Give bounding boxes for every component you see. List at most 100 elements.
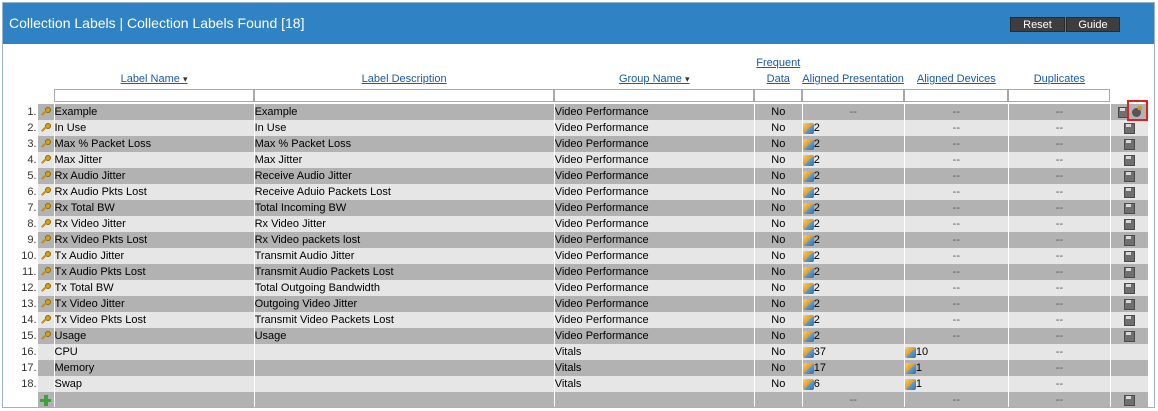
save-icon[interactable]	[1123, 282, 1135, 294]
filter-group-name[interactable]	[554, 89, 755, 102]
table-row[interactable]: 4. Max Jitter Max Jitter Video Performance N…	[3, 152, 1150, 168]
key-icon[interactable]	[40, 170, 51, 182]
edit-presentations-icon[interactable]	[802, 346, 814, 358]
reset-button[interactable]: Reset	[1010, 17, 1065, 32]
label-name-cell[interactable]: Max Jitter	[54, 152, 255, 168]
col-aligned-devices[interactable]: Aligned Devices	[904, 55, 1008, 87]
table-row[interactable]: 1. Example Example Video Performance No -- -- -…	[3, 104, 1150, 120]
save-icon[interactable]	[1123, 298, 1135, 310]
edit-presentations-icon[interactable]	[802, 330, 814, 342]
col-label-name[interactable]: Label Name ▾	[54, 55, 254, 87]
save-icon[interactable]	[1123, 218, 1135, 230]
aligned-presentations-value[interactable]: 2	[814, 298, 820, 310]
key-icon[interactable]	[40, 202, 51, 214]
key-icon[interactable]	[40, 122, 51, 134]
aligned-presentations-value[interactable]: 2	[814, 138, 820, 150]
key-icon[interactable]	[40, 314, 51, 326]
table-row[interactable]: 13. Tx Video Jitter Outgoing Video Jitter V…	[3, 296, 1150, 312]
label-name-cell[interactable]: Swap	[54, 376, 255, 392]
save-icon[interactable]	[1123, 202, 1135, 214]
label-name-cell[interactable]: Memory	[54, 360, 255, 376]
save-icon[interactable]	[1123, 186, 1135, 198]
edit-presentations-icon[interactable]	[802, 154, 814, 166]
label-name-cell[interactable]: Tx Video Pkts Lost	[54, 312, 255, 328]
guide-button[interactable]: Guide	[1066, 17, 1120, 32]
col-frequent-data[interactable]: Frequent Data	[754, 55, 802, 87]
key-icon[interactable]	[40, 154, 51, 166]
table-row[interactable]: 8. Rx Video Jitter Rx Video Jitter Video Pe…	[3, 216, 1150, 232]
filter-duplicates[interactable]	[1008, 89, 1111, 102]
aligned-presentations-value[interactable]: 2	[814, 154, 820, 166]
label-name-cell[interactable]: Max % Packet Loss	[54, 136, 255, 152]
table-row[interactable]: 7. Rx Total BW Total Incoming BW Video Perf…	[3, 200, 1150, 216]
label-name-cell[interactable]: CPU	[54, 344, 255, 360]
aligned-presentations-value[interactable]: 2	[814, 234, 820, 246]
aligned-presentations-value[interactable]: 2	[814, 330, 820, 342]
edit-devices-icon[interactable]	[904, 362, 916, 374]
edit-presentations-icon[interactable]	[802, 266, 814, 278]
key-icon[interactable]	[40, 298, 51, 310]
col-label-description[interactable]: Label Description	[254, 55, 554, 87]
edit-presentations-icon[interactable]	[802, 298, 814, 310]
key-icon[interactable]	[40, 266, 51, 278]
edit-presentations-icon[interactable]	[802, 234, 814, 246]
save-icon[interactable]	[1123, 266, 1135, 278]
label-name-cell[interactable]: Usage	[54, 328, 255, 344]
edit-presentations-icon[interactable]	[802, 122, 814, 134]
key-icon[interactable]	[40, 138, 51, 150]
table-row[interactable]: 15. Usage Usage Video Performance No 2 -- --	[3, 328, 1150, 344]
aligned-presentations-value[interactable]: 2	[814, 218, 820, 230]
filter-frequent-data[interactable]	[754, 89, 803, 102]
edit-presentations-icon[interactable]	[802, 250, 814, 262]
save-icon[interactable]	[1123, 170, 1135, 182]
label-name-cell[interactable]: Tx Audio Jitter	[54, 248, 255, 264]
label-name-cell[interactable]: Example	[54, 104, 255, 120]
filter-label-description[interactable]	[254, 89, 555, 102]
edit-presentations-icon[interactable]	[802, 314, 814, 326]
key-icon[interactable]	[40, 186, 51, 198]
edit-presentations-icon[interactable]	[802, 378, 814, 390]
aligned-presentations-value[interactable]: 37	[814, 346, 826, 358]
label-name-cell[interactable]: Rx Video Pkts Lost	[54, 232, 255, 248]
table-row[interactable]: 12. Tx Total BW Total Outgoing Bandwidth Vi…	[3, 280, 1150, 296]
key-icon[interactable]	[40, 330, 51, 342]
edit-presentations-icon[interactable]	[802, 362, 814, 374]
save-icon[interactable]	[1123, 330, 1135, 342]
aligned-presentations-value[interactable]: 2	[814, 266, 820, 278]
label-name-cell[interactable]: Rx Audio Jitter	[54, 168, 255, 184]
key-icon[interactable]	[40, 218, 51, 230]
edit-presentations-icon[interactable]	[802, 202, 814, 214]
key-icon[interactable]	[40, 106, 51, 118]
label-name-cell[interactable]: Tx Audio Pkts Lost	[54, 264, 255, 280]
col-duplicates[interactable]: Duplicates	[1008, 55, 1110, 87]
filter-label-name[interactable]	[54, 89, 255, 102]
aligned-devices-value[interactable]: 10	[916, 346, 928, 358]
save-icon[interactable]	[1123, 122, 1135, 134]
edit-devices-icon[interactable]	[904, 346, 916, 358]
aligned-presentations-value[interactable]: 2	[814, 186, 820, 198]
key-icon[interactable]	[40, 234, 51, 246]
col-aligned-presentations[interactable]: Aligned Presentations	[802, 55, 904, 87]
filter-aligned-devices[interactable]	[904, 89, 1009, 102]
save-icon[interactable]	[1123, 138, 1135, 150]
add-icon[interactable]	[40, 394, 51, 406]
key-icon[interactable]	[40, 282, 51, 294]
table-row[interactable]: 3. Max % Packet Loss Max % Packet Loss Vide…	[3, 136, 1150, 152]
aligned-presentations-value[interactable]: 2	[814, 314, 820, 326]
table-row[interactable]: 9. Rx Video Pkts Lost Rx Video packets los…	[3, 232, 1150, 248]
aligned-presentations-value[interactable]: 2	[814, 122, 820, 134]
aligned-presentations-value[interactable]: 17	[814, 362, 826, 374]
aligned-devices-value[interactable]: 1	[916, 362, 922, 374]
edit-devices-icon[interactable]	[904, 378, 916, 390]
label-name-cell[interactable]: In Use	[54, 120, 255, 136]
col-group-name[interactable]: Group Name ▾	[554, 55, 754, 87]
edit-presentations-icon[interactable]	[802, 218, 814, 230]
filter-aligned-presentations[interactable]	[802, 89, 905, 102]
key-icon[interactable]	[40, 250, 51, 262]
label-name-cell[interactable]: Rx Audio Pkts Lost	[54, 184, 255, 200]
aligned-presentations-value[interactable]: 2	[814, 250, 820, 262]
save-icon[interactable]	[1123, 394, 1135, 406]
label-name-cell[interactable]: Tx Video Jitter	[54, 296, 255, 312]
aligned-devices-value[interactable]: 1	[916, 378, 922, 390]
edit-presentations-icon[interactable]	[802, 138, 814, 150]
